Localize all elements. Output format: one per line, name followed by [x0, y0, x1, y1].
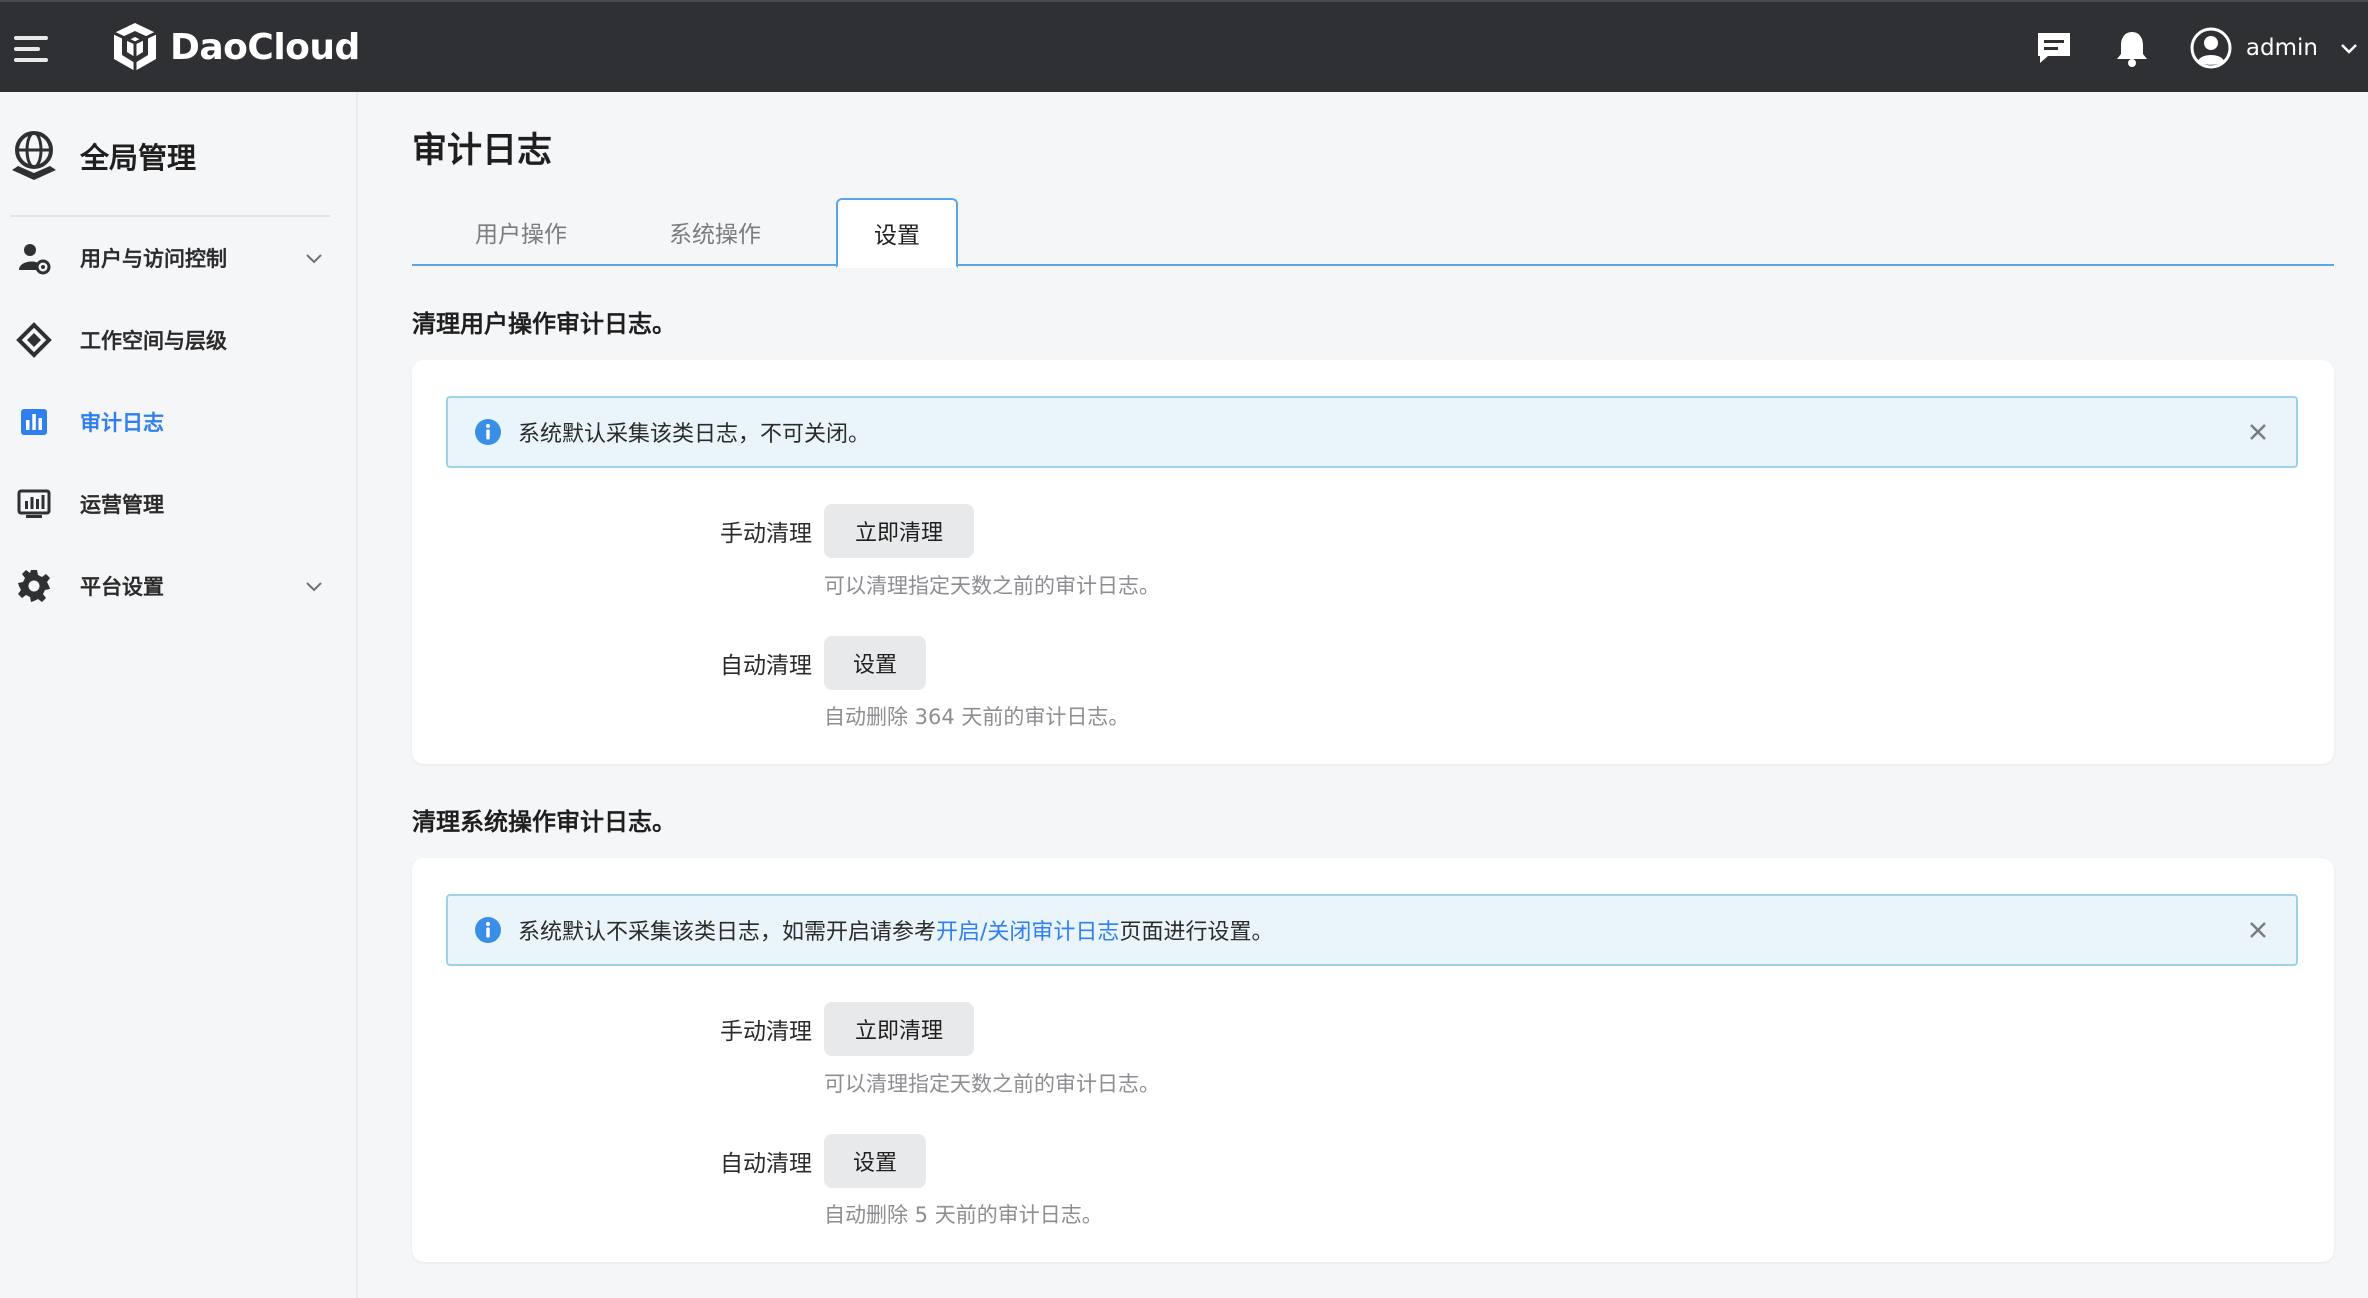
user-avatar-icon[interactable] [2190, 27, 2232, 69]
alert-message: 系统默认不采集该类日志，如需开启请参考开启/关闭审计日志页面进行设置。 [518, 914, 1273, 946]
manual-cleanup-label: 手动清理 [720, 521, 812, 547]
tab-user-operations[interactable]: 用户操作 [426, 198, 616, 266]
close-icon[interactable] [2246, 918, 2270, 942]
section-title-user-ops: 清理用户操作审计日志。 [412, 310, 676, 338]
brand-name: DaoCloud [170, 26, 360, 68]
info-icon [475, 419, 501, 445]
alert-message: 系统默认采集该类日志，不可关闭。 [518, 422, 871, 447]
auto-cleanup-settings-button[interactable]: 设置 [824, 636, 926, 690]
section-title-system-ops: 清理系统操作审计日志。 [412, 808, 676, 836]
sidebar-item-operations[interactable]: 运营管理 [0, 474, 350, 534]
sidebar: 全局管理 用户与访问控制 工作空间与层级 审计日志 运营管理 平台设置 [0, 92, 358, 1298]
sidebar-item-label: 运营管理 [80, 493, 164, 517]
tab-settings[interactable]: 设置 [836, 198, 958, 268]
info-icon [475, 917, 501, 943]
sidebar-item-workspace[interactable]: 工作空间与层级 [0, 310, 350, 370]
alert-text-after: 页面进行设置。 [1119, 920, 1274, 945]
tab-bar: 用户操作 系统操作 设置 [412, 198, 2334, 268]
user-ops-cleanup-card: 系统默认采集该类日志，不可关闭。 手动清理 立即清理 可以清理指定天数之前的审计… [412, 360, 2334, 764]
auto-cleanup-hint: 自动删除 364 天前的审计日志。 [824, 705, 1130, 729]
audit-log-toggle-link[interactable]: 开启/关闭审计日志 [936, 920, 1119, 945]
clean-now-button[interactable]: 立即清理 [824, 1002, 974, 1056]
main-content: 审计日志 用户操作 系统操作 设置 清理用户操作审计日志。 系统默认采集该类日志… [360, 92, 2368, 1298]
username-label[interactable]: admin [2246, 35, 2318, 61]
info-alert: 系统默认不采集该类日志，如需开启请参考开启/关闭审计日志页面进行设置。 [446, 894, 2298, 966]
manual-cleanup-hint: 可以清理指定天数之前的审计日志。 [824, 1072, 1160, 1096]
menu-toggle-icon[interactable] [14, 36, 48, 62]
chevron-down-icon[interactable] [2338, 37, 2360, 59]
message-icon[interactable] [2034, 28, 2074, 68]
sidebar-item-label: 工作空间与层级 [80, 329, 227, 353]
auto-cleanup-label: 自动清理 [720, 1151, 812, 1177]
info-alert: 系统默认采集该类日志，不可关闭。 [446, 396, 2298, 468]
gear-icon [18, 570, 50, 602]
monitor-chart-icon [17, 489, 51, 518]
bell-icon[interactable] [2112, 28, 2152, 68]
sidebar-divider [10, 215, 330, 217]
daocloud-logo-icon [113, 23, 157, 71]
sidebar-item-label: 用户与访问控制 [80, 247, 227, 271]
bar-chart-icon [21, 409, 47, 435]
sidebar-item-label: 审计日志 [80, 411, 164, 435]
manual-cleanup-hint: 可以清理指定天数之前的审计日志。 [824, 574, 1160, 598]
alert-text-before: 系统默认不采集该类日志，如需开启请参考 [518, 920, 937, 945]
system-ops-cleanup-card: 系统默认不采集该类日志，如需开启请参考开启/关闭审计日志页面进行设置。 手动清理… [412, 858, 2334, 1262]
page-title: 审计日志 [412, 131, 553, 171]
chevron-down-icon[interactable] [304, 248, 324, 268]
close-icon[interactable] [2246, 420, 2270, 444]
auto-cleanup-label: 自动清理 [720, 653, 812, 679]
sidebar-item-label: 平台设置 [80, 575, 164, 599]
sidebar-item-user-access[interactable]: 用户与访问控制 [0, 228, 350, 288]
sidebar-item-audit-log[interactable]: 审计日志 [0, 392, 350, 452]
globe-icon [12, 131, 56, 180]
sidebar-title: 全局管理 [80, 141, 197, 175]
auto-cleanup-settings-button[interactable]: 设置 [824, 1134, 926, 1188]
manual-cleanup-label: 手动清理 [720, 1019, 812, 1045]
workspace-icon [16, 322, 52, 358]
sidebar-header: 全局管理 [10, 126, 330, 186]
auto-cleanup-hint: 自动删除 5 天前的审计日志。 [824, 1203, 1103, 1227]
chevron-down-icon[interactable] [304, 576, 324, 596]
user-gear-icon [19, 244, 51, 275]
tab-system-operations[interactable]: 系统操作 [620, 198, 810, 266]
brand-logo[interactable]: DaoCloud [110, 20, 360, 74]
top-bar: DaoCloud admin [0, 0, 2368, 92]
sidebar-item-platform-settings[interactable]: 平台设置 [0, 556, 350, 616]
clean-now-button[interactable]: 立即清理 [824, 504, 974, 558]
